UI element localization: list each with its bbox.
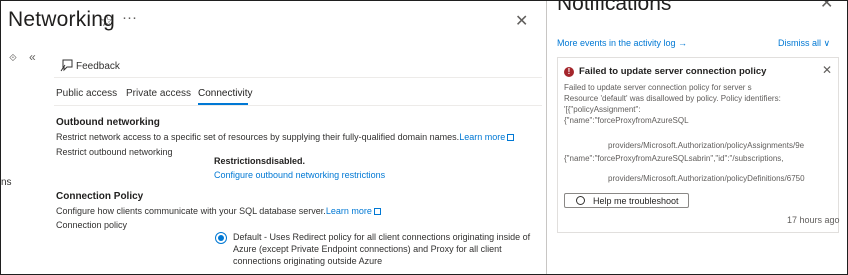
radio-default-policy-label[interactable]: Default - Uses Redirect policy for all c… — [233, 231, 533, 267]
notification-timestamp: 17 hours ago — [787, 215, 840, 225]
radio-default-policy[interactable] — [215, 232, 227, 244]
notification-line: {"name":"forceProxyfromAzureSQL — [564, 116, 689, 125]
collapse-menu-icon[interactable]: « — [29, 50, 36, 64]
activity-log-link[interactable]: More events in the activity log → — [557, 38, 687, 48]
dismiss-all-button[interactable]: Dismiss all ∨ — [778, 38, 830, 49]
close-blade-icon[interactable]: ✕ — [515, 11, 528, 31]
notifications-panel: Notifications ✕ More events in the activ… — [547, 1, 847, 274]
notifications-title: Notifications — [557, 0, 672, 15]
favorite-star-icon[interactable]: ☆ — [100, 12, 113, 30]
menu-icon[interactable]: ⟐ — [9, 53, 17, 64]
help-troubleshoot-button[interactable]: Help me troubleshoot — [564, 193, 689, 208]
more-options-icon[interactable]: ··· — [122, 9, 137, 26]
help-icon — [576, 196, 585, 205]
configure-outbound-link[interactable]: Configure outbound networking restrictio… — [214, 170, 385, 180]
notification-line: providers/Microsoft.Authorization/policy… — [608, 141, 805, 150]
notification-title: Failed to update server connection polic… — [579, 66, 767, 77]
notification-line: providers/Microsoft.Authorization/policy… — [608, 174, 805, 183]
divider — [54, 77, 542, 78]
page-title: Networking — [8, 8, 116, 31]
feedback-button[interactable]: Feedback — [76, 61, 120, 72]
close-notifications-icon[interactable]: ✕ — [820, 1, 833, 13]
connection-policy-heading: Connection Policy — [56, 191, 144, 202]
restrict-outbound-label: Restrict outbound networking — [56, 147, 173, 157]
sidebar-item-truncated[interactable]: ns — [1, 177, 12, 188]
divider — [54, 105, 542, 106]
outbound-networking-heading: Outbound networking — [56, 117, 160, 128]
error-icon: ! — [564, 67, 574, 77]
outbound-description-text: Restrict network access to a specific se… — [56, 132, 460, 142]
notification-line: {"name":"forceProxyfromAzureSQLsabrin","… — [564, 154, 784, 163]
close-notification-icon[interactable]: ✕ — [822, 63, 832, 77]
connection-learn-more-link[interactable]: Learn more — [326, 206, 372, 216]
external-link-icon — [373, 208, 381, 215]
tab-connectivity[interactable]: Connectivity — [198, 88, 252, 99]
restrictions-status: Restrictionsdisabled. — [214, 156, 306, 166]
feedback-icon — [60, 59, 73, 72]
outbound-description: Restrict network access to a specific se… — [56, 132, 515, 142]
tab-public-access[interactable]: Public access — [56, 88, 117, 99]
notification-line: '[{"policyAssignment": — [564, 105, 641, 114]
help-troubleshoot-label: Help me troubleshoot — [593, 196, 679, 206]
external-link-icon — [507, 134, 515, 141]
notification-line: Resource 'default' was disallowed by pol… — [564, 94, 781, 103]
screenshot-frame: Networking ☆ ··· ✕ ⟐ « ns Feedback Publi… — [0, 0, 848, 275]
tab-private-access[interactable]: Private access — [126, 88, 191, 99]
connection-description: Configure how clients communicate with y… — [56, 206, 381, 216]
outbound-learn-more-link[interactable]: Learn more — [459, 132, 505, 142]
networking-blade: Networking ☆ ··· ✕ ⟐ « ns Feedback Publi… — [1, 1, 546, 274]
notification-line: Failed to update server connection polic… — [564, 83, 752, 92]
connection-policy-label: Connection policy — [56, 220, 128, 230]
connection-description-text: Configure how clients communicate with y… — [56, 206, 326, 216]
notification-card: ! Failed to update server connection pol… — [557, 57, 839, 233]
